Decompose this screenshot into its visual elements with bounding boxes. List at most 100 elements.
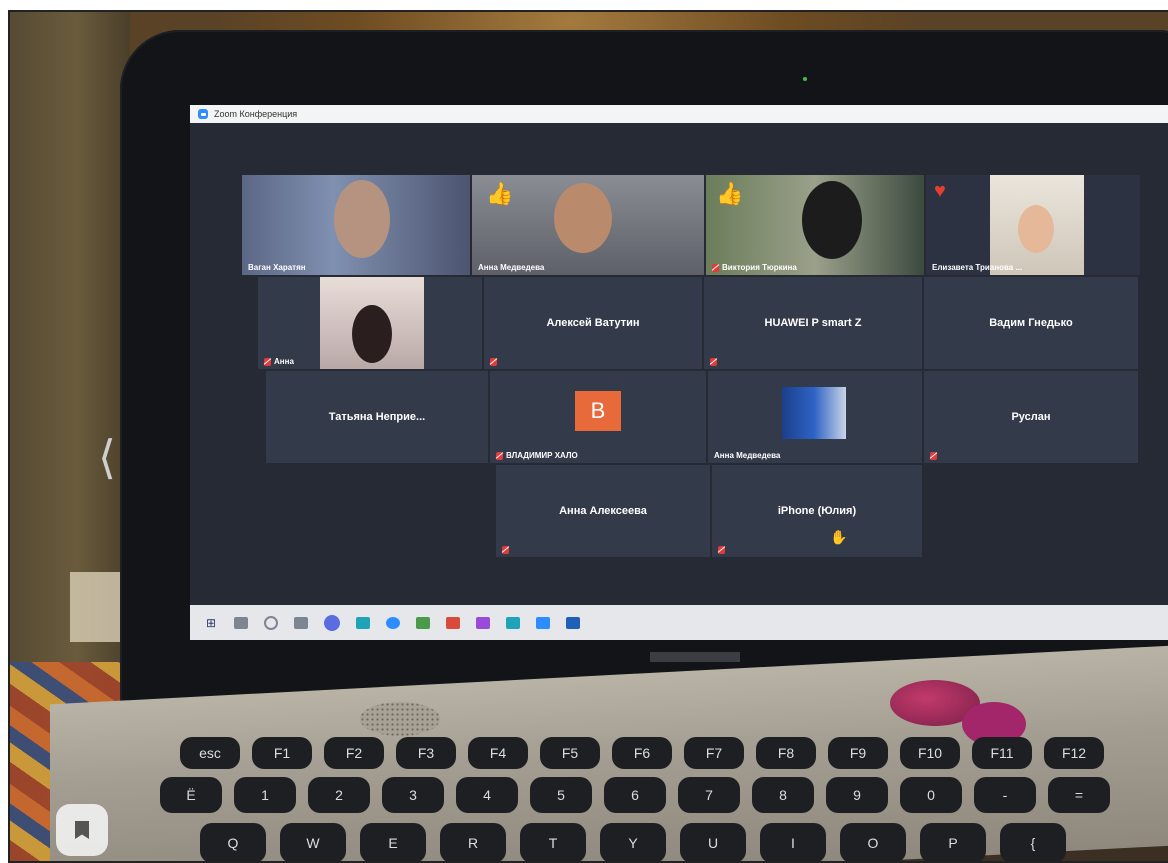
participant-status xyxy=(930,452,937,460)
gallery-view: Ваган Харатян 👍 Анна Медведева 👍 Виктори… xyxy=(190,123,1168,605)
window-title: Zoom Конференция xyxy=(214,109,298,119)
key: T xyxy=(520,823,586,861)
participant-name-center: HUAWEI P smart Z xyxy=(764,317,862,329)
participant-name: Анна Медведева xyxy=(714,451,781,460)
person-face xyxy=(334,180,390,258)
participant-status xyxy=(490,358,497,366)
app-icon[interactable] xyxy=(566,616,580,629)
bookmark-icon xyxy=(75,821,89,839)
thumbs-up-icon: 👍 xyxy=(486,181,514,206)
mic-muted-icon xyxy=(490,358,497,366)
zoom-logo-icon xyxy=(198,109,208,119)
participant-name: Ваган Харатян xyxy=(248,263,306,272)
edge-icon[interactable] xyxy=(386,616,400,629)
participant-tile[interactable]: iPhone (Юлия) ✋ xyxy=(712,465,922,557)
laptop-brand-logo xyxy=(650,652,740,662)
mic-muted-icon xyxy=(930,452,937,460)
key: 2 xyxy=(308,777,370,813)
participant-tile[interactable]: Руслан xyxy=(924,371,1138,463)
key: 3 xyxy=(382,777,444,813)
participant-tile[interactable]: Анна Алексеева xyxy=(496,465,710,557)
participant-tile[interactable]: ♥ Елизавета Трианова ... xyxy=(926,175,1140,275)
participant-name: Елизавета Трианова ... xyxy=(932,263,1023,272)
key: R xyxy=(440,823,506,861)
key: F7 xyxy=(684,737,744,769)
webcam-light xyxy=(803,77,807,81)
participant-name: Анна xyxy=(264,357,294,366)
participant-name-center: Татьяна Неприе... xyxy=(328,411,426,423)
key: 0 xyxy=(900,777,962,813)
key: F11 xyxy=(972,737,1032,769)
key: = xyxy=(1048,777,1110,813)
app-icon[interactable] xyxy=(506,616,520,629)
key: O xyxy=(840,823,906,861)
task-view-icon[interactable] xyxy=(294,616,308,629)
participant-tile[interactable]: Алексей Ватутин xyxy=(484,277,702,369)
laptop-screen: Zoom Конференция Ваган Харатян 👍 Анна Ме… xyxy=(190,105,1168,640)
participant-name: Виктория Тюркина xyxy=(712,263,797,272)
key: 7 xyxy=(678,777,740,813)
speaker-grille xyxy=(360,702,440,736)
key: I xyxy=(760,823,826,861)
cortana-icon[interactable] xyxy=(264,615,278,630)
zoom-taskbar-icon[interactable] xyxy=(536,616,550,629)
key: 1 xyxy=(234,777,296,813)
person-face xyxy=(1018,205,1054,253)
person-face xyxy=(802,181,862,259)
key: 8 xyxy=(752,777,814,813)
participant-tile-active[interactable]: 👍 Анна Медведева xyxy=(472,175,704,275)
participant-status xyxy=(502,546,509,554)
key: F1 xyxy=(252,737,312,769)
key: W xyxy=(280,823,346,861)
key: F3 xyxy=(396,737,456,769)
key: U xyxy=(680,823,746,861)
participant-status xyxy=(718,546,725,554)
key: Ё xyxy=(160,777,222,813)
mic-muted-icon xyxy=(496,451,503,460)
participant-tile[interactable]: 👍 Виктория Тюркина xyxy=(706,175,924,275)
avatar: B xyxy=(575,391,621,431)
key: F5 xyxy=(540,737,600,769)
key: Y xyxy=(600,823,666,861)
participant-tile[interactable]: Вадим Гнедько xyxy=(924,277,1138,369)
participant-tile[interactable]: Анна xyxy=(258,277,482,369)
person-face xyxy=(352,305,392,363)
participant-status xyxy=(710,358,717,366)
app-icon[interactable] xyxy=(476,616,490,629)
keyboard: esc F1 F2 F3 F4 F5 F6 F7 F8 F9 F10 F11 F… xyxy=(140,737,1168,861)
mail-icon[interactable] xyxy=(356,616,370,629)
app-icon[interactable] xyxy=(324,614,340,631)
person-face xyxy=(554,183,612,253)
yandex-icon[interactable] xyxy=(446,616,460,629)
store-icon[interactable] xyxy=(416,616,430,629)
participant-name: Анна Медведева xyxy=(478,263,545,272)
participant-tile[interactable]: HUAWEI P smart Z xyxy=(704,277,922,369)
bookmark-button[interactable] xyxy=(56,804,108,856)
key: { xyxy=(1000,823,1066,861)
photo-frame: Zoom Конференция Ваган Харатян 👍 Анна Ме… xyxy=(8,10,1168,863)
key-esc: esc xyxy=(180,737,240,769)
key: F8 xyxy=(756,737,816,769)
mic-muted-icon xyxy=(264,357,271,366)
windows-start-icon[interactable]: ⊞ xyxy=(204,616,218,630)
key: F10 xyxy=(900,737,960,769)
key: Q xyxy=(200,823,266,861)
participant-name: ВЛАДИМИР ХАЛО xyxy=(496,451,578,460)
key: 9 xyxy=(826,777,888,813)
participant-name-center: Вадим Гнедько xyxy=(989,317,1073,329)
chevron-left-icon[interactable]: ⟨ xyxy=(98,430,116,484)
participant-tile[interactable]: B ВЛАДИМИР ХАЛО xyxy=(490,371,706,463)
mic-muted-icon xyxy=(502,546,509,554)
participant-tile[interactable]: Ваган Харатян xyxy=(242,175,470,275)
key: F9 xyxy=(828,737,888,769)
participant-name-center: Руслан xyxy=(1011,411,1051,423)
search-icon[interactable] xyxy=(234,616,248,629)
key: 5 xyxy=(530,777,592,813)
participant-tile[interactable]: Татьяна Неприе... xyxy=(266,371,488,463)
mic-muted-icon xyxy=(718,546,725,554)
raised-hand-icon: ✋ xyxy=(830,529,848,545)
key: 4 xyxy=(456,777,518,813)
key: - xyxy=(974,777,1036,813)
key: F12 xyxy=(1044,737,1104,769)
participant-tile[interactable]: Анна Медведева xyxy=(708,371,922,463)
